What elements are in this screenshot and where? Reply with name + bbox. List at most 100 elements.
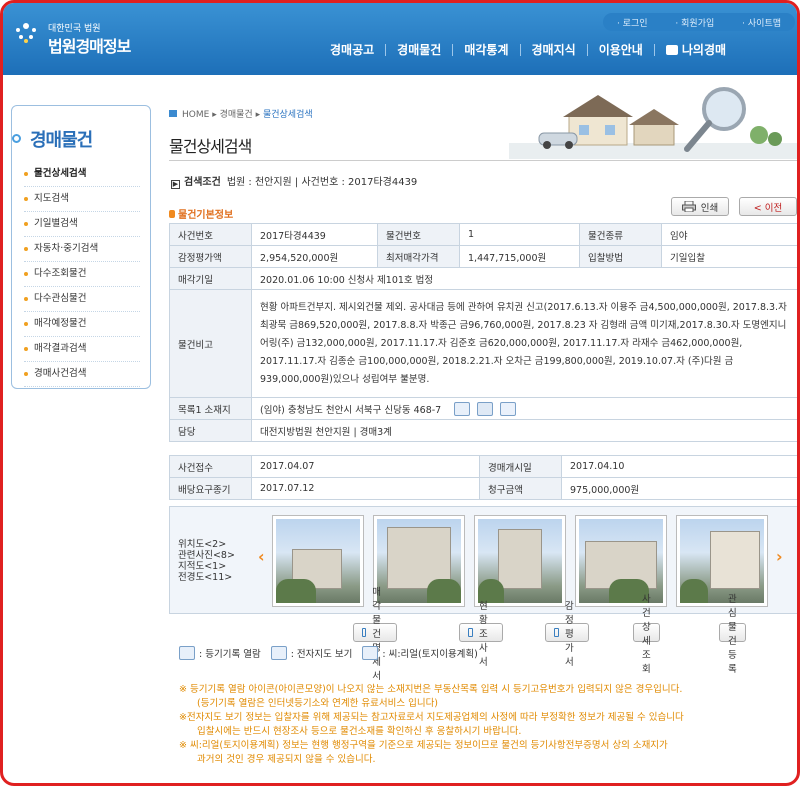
sale-spec-label: 매각물건명세서 bbox=[372, 586, 382, 682]
nav-auction-notice[interactable]: 경매공고 bbox=[319, 41, 385, 58]
nav-auction-knowledge[interactable]: 경매지식 bbox=[521, 41, 587, 58]
join-link[interactable]: · 회원가입 bbox=[675, 16, 714, 29]
add-interest-button[interactable]: 관심물건등록 bbox=[719, 594, 746, 675]
menu-item-map-search[interactable]: 지도검색 bbox=[24, 187, 140, 212]
login-link[interactable]: · 로그인 bbox=[617, 16, 648, 29]
photo-category-related[interactable]: 관련사진<8> bbox=[178, 550, 235, 561]
claim-value: 975,000,000원 bbox=[561, 477, 797, 500]
gallery-photo[interactable] bbox=[272, 515, 364, 607]
breadcrumb-separator: ▸ bbox=[212, 110, 220, 120]
land-plan-icon bbox=[362, 646, 379, 660]
note-value: 현황 아파트건부지. 제시외건물 제외. 공사대금 등에 관하여 유치권 신고(… bbox=[251, 289, 797, 398]
menu-item-date-search[interactable]: 기일별검색 bbox=[24, 212, 140, 237]
menu-item-most-viewed[interactable]: 다수조회물건 bbox=[24, 262, 140, 287]
legend-map: : 전자지도 보기 bbox=[290, 649, 353, 660]
search-condition-text: 법원 : 천안지원 | 사건번호 : 2017타경4439 bbox=[226, 177, 418, 188]
notice-line: ※전자지도 보기 정보는 입찰자를 위해 제공되는 참고자료로서 지도제공업체의… bbox=[179, 712, 684, 723]
charge-label: 담당 bbox=[169, 419, 252, 442]
gallery-prev-arrow-icon[interactable]: ‹ bbox=[258, 547, 265, 566]
notice-line: ※ 씨:리얼(토지이용계획) 정보는 현행 행정구역을 기준으로 제공되는 정보… bbox=[179, 740, 668, 751]
house-magnifier-illustration bbox=[509, 87, 797, 159]
photo-thumbnail bbox=[680, 519, 764, 603]
notice-line: 과거의 것인 경우 제공되지 않을 수 있습니다. bbox=[197, 754, 376, 765]
status-report-button[interactable]: 현황조사서 bbox=[459, 601, 503, 668]
auction-start-label: 경매개시일 bbox=[479, 455, 562, 478]
bid-method-label: 입찰방법 bbox=[579, 245, 662, 268]
logo-title[interactable]: 법원경매정보 bbox=[48, 33, 131, 57]
gallery-photo[interactable] bbox=[676, 515, 768, 607]
title-divider bbox=[169, 160, 797, 161]
basic-info-table: 사건번호 2017타경4439 물건번호 1 물건종류 임야 감정평가액 2,9… bbox=[169, 223, 797, 442]
notice-line: 입찰시에는 반드시 현장조사 등으로 물건소재를 확인하신 후 응찰하시기 바랍… bbox=[197, 726, 522, 737]
gallery-photo[interactable] bbox=[575, 515, 667, 607]
home-icon bbox=[169, 110, 177, 117]
map-icon[interactable] bbox=[477, 401, 494, 416]
land-plan-icon[interactable] bbox=[500, 401, 517, 416]
photo-category-cadastral[interactable]: 지적도<1> bbox=[178, 561, 235, 572]
main-nav: 경매공고 경매물건 매각통계 경매지식 이용안내 나의경매 bbox=[319, 41, 737, 58]
section-bullet-icon bbox=[169, 210, 175, 218]
sale-date-label: 매각기일 bbox=[169, 267, 252, 290]
arrow-box-icon: ▶ bbox=[171, 180, 180, 189]
tree-shape bbox=[680, 579, 708, 603]
item-type-label: 물건종류 bbox=[579, 223, 662, 246]
photo-thumbnail bbox=[377, 519, 461, 603]
nav-sale-stats[interactable]: 매각통계 bbox=[453, 41, 519, 58]
nav-auction-items[interactable]: 경매물건 bbox=[386, 41, 452, 58]
claim-label: 청구금액 bbox=[479, 477, 562, 500]
menu-item-case-search[interactable]: 경매사건검색 bbox=[24, 362, 140, 387]
nav-guide[interactable]: 이용안내 bbox=[588, 41, 654, 58]
case-detail-button[interactable]: 사건상세조회 bbox=[633, 594, 660, 675]
dividend-value: 2017.07.12 bbox=[251, 477, 480, 500]
breadcrumb-level1[interactable]: 경매물건 bbox=[220, 110, 253, 120]
location-label: 목록1 소재지 bbox=[169, 397, 252, 420]
menu-item-results[interactable]: 매각결과검색 bbox=[24, 337, 140, 362]
photo-category-overview[interactable]: 전경도<11> bbox=[178, 572, 235, 583]
item-type-value: 임야 bbox=[661, 223, 797, 246]
menu-item-vehicle-search[interactable]: 자동차·중기검색 bbox=[24, 237, 140, 262]
registry-icon[interactable] bbox=[454, 401, 471, 416]
case-dates-table: 사건접수 2017.04.07 경매개시일 2017.04.10 배당요구종기 … bbox=[169, 455, 797, 500]
building-shape bbox=[498, 529, 542, 589]
table-row: 사건접수 2017.04.07 경매개시일 2017.04.10 bbox=[169, 455, 797, 478]
bid-method-value: 기일입찰 bbox=[661, 245, 797, 268]
icon-legend: : 등기기록 열람 : 전자지도 보기 : 씨:리얼(토지이용계획) bbox=[179, 646, 488, 660]
charge-value: 대전지방법원 천안지원 | 경매3계 bbox=[251, 419, 797, 442]
document-icon bbox=[468, 628, 474, 637]
tree-shape bbox=[427, 579, 461, 603]
prev-button[interactable]: < 이전 bbox=[739, 197, 797, 216]
menu-item-detail-search[interactable]: 물건상세검색 bbox=[24, 162, 140, 187]
auction-start-value: 2017.04.10 bbox=[561, 455, 797, 478]
photo-category-list: 위치도<2> 관련사진<8> 지적도<1> 전경도<11> bbox=[178, 539, 235, 583]
gallery-next-arrow-icon[interactable]: › bbox=[776, 547, 783, 566]
menu-item-scheduled[interactable]: 매각예정물건 bbox=[24, 312, 140, 337]
appraisal-report-label: 감정평가서 bbox=[565, 600, 574, 668]
breadcrumb-home[interactable]: HOME bbox=[182, 110, 209, 120]
menu-item-most-interest[interactable]: 다수관심물건 bbox=[24, 287, 140, 312]
court-logo-icon[interactable] bbox=[11, 17, 41, 47]
location-value: (임야) 충청남도 천안시 서북구 신당동 468-7 bbox=[260, 404, 442, 416]
item-no-label: 물건번호 bbox=[377, 223, 460, 246]
table-row: 사건번호 2017타경4439 물건번호 1 물건종류 임야 bbox=[169, 223, 797, 246]
notice-line: ※ 등기기록 열람 아이콘(아이콘모양)이 나오지 않는 소재지번은 부동산목록… bbox=[179, 684, 683, 695]
print-button[interactable]: 인쇄 bbox=[671, 197, 729, 216]
gallery-photo[interactable] bbox=[474, 515, 566, 607]
notice-text: ※ 등기기록 열람 아이콘(아이콘모양)이 나오지 않는 소재지번은 부동산목록… bbox=[179, 683, 795, 767]
table-row: 목록1 소재지 (임야) 충청남도 천안시 서북구 신당동 468-7 bbox=[169, 397, 797, 420]
photo-thumbnail bbox=[276, 519, 360, 603]
registry-icon bbox=[179, 646, 195, 660]
left-menu-title-text: 경매물건 bbox=[30, 130, 93, 151]
case-no-label: 사건번호 bbox=[169, 223, 252, 246]
notice-line: (등기기록 열람은 인터넷등기소와 연계한 유료서비스 입니다) bbox=[197, 698, 439, 709]
legend-land-plan: : 씨:리얼(토지이용계획) bbox=[382, 649, 478, 660]
appraisal-report-button[interactable]: 감정평가서 bbox=[545, 601, 589, 668]
sale-spec-button[interactable]: 매각물건명세서 bbox=[353, 587, 397, 682]
appraisal-value: 2,954,520,000원 bbox=[251, 245, 378, 268]
utility-menu: · 로그인 · 회원가입 · 사이트맵 bbox=[603, 13, 795, 31]
sitemap-link[interactable]: · 사이트맵 bbox=[742, 16, 781, 29]
add-interest-label: 관심물건등록 bbox=[728, 593, 737, 675]
table-row: 물건비고 현황 아파트건부지. 제시외건물 제외. 공사대금 등에 관하여 유치… bbox=[169, 289, 797, 398]
photo-category-location[interactable]: 위치도<2> bbox=[178, 539, 235, 550]
nav-my-auction[interactable]: 나의경매 bbox=[655, 41, 737, 58]
tree-shape bbox=[276, 579, 316, 603]
